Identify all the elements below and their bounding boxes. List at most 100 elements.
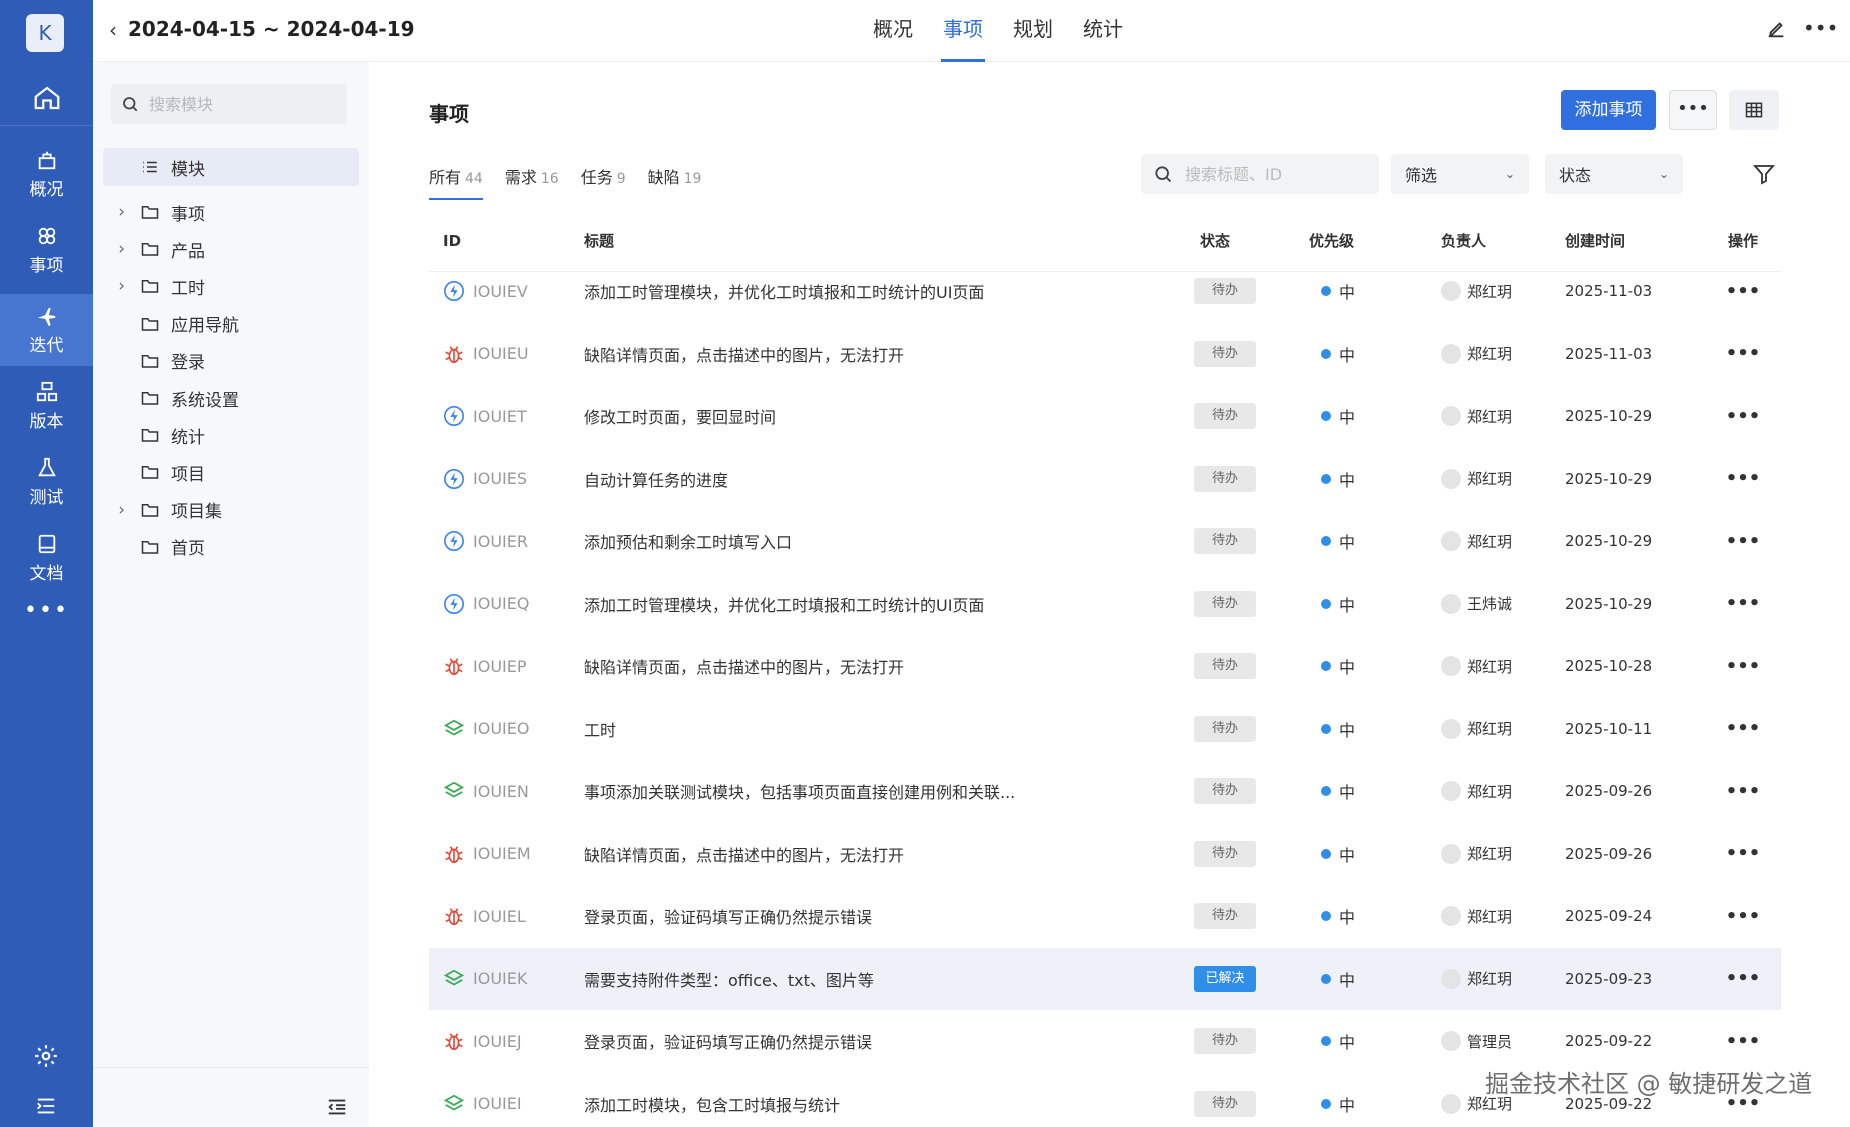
issue-title[interactable]: 缺陷详情页面，点击描述中的图片，无法打开 [584, 654, 1194, 678]
priority-cell[interactable]: 中 [1309, 1029, 1437, 1053]
tab-planning[interactable]: 规划 [1011, 0, 1055, 62]
issue-id[interactable]: IOUIEK [473, 969, 527, 988]
module-tree-item[interactable]: › 项目集 [93, 492, 369, 528]
status-badge[interactable]: 待办 [1194, 1028, 1256, 1055]
status-badge[interactable]: 待办 [1194, 840, 1256, 867]
table-row[interactable]: IOUIEN 事项添加关联测试模块，包括事项页面直接创建用例和关联... 待办 中 郑红… [429, 760, 1781, 823]
owner-cell[interactable]: 郑红玥 [1437, 468, 1565, 489]
priority-cell[interactable]: 中 [1309, 342, 1437, 366]
owner-cell[interactable]: 郑红玥 [1437, 843, 1565, 864]
issue-title[interactable]: 事项添加关联测试模块，包括事项页面直接创建用例和关联... [584, 779, 1194, 803]
status-badge[interactable]: 待办 [1194, 340, 1256, 367]
row-more-button[interactable]: ••• [1705, 281, 1781, 302]
module-search-input[interactable] [149, 94, 329, 114]
priority-cell[interactable]: 中 [1309, 779, 1437, 803]
table-row[interactable]: IOUIEO 工时 待办 中 郑红玥 2025-10-11 ••• [429, 698, 1781, 761]
status-select[interactable]: 状态 ⌄ [1545, 154, 1683, 194]
row-more-button[interactable]: ••• [1705, 718, 1781, 739]
priority-cell[interactable]: 中 [1309, 529, 1437, 553]
status-badge[interactable]: 待办 [1194, 1090, 1256, 1117]
issue-search-input[interactable] [1185, 164, 1375, 184]
tab-statistics[interactable]: 统计 [1081, 0, 1125, 62]
chevron-right-icon[interactable]: › [93, 202, 133, 222]
workspace-logo[interactable]: K [26, 14, 64, 52]
module-tree-item[interactable]: ›首页 [93, 529, 369, 565]
issue-id[interactable]: IOUIEI [473, 1094, 522, 1113]
module-tree-item[interactable]: ›系统设置 [93, 380, 369, 416]
issue-id[interactable]: IOUIEP [473, 657, 527, 676]
issue-id[interactable]: IOUIEM [473, 844, 531, 863]
table-row[interactable]: IOUIEV 添加工时管理模块，并优化工时填报和工时统计的UI页面 待办 中 郑红玥 20… [429, 260, 1781, 323]
owner-cell[interactable]: 管理员 [1437, 1031, 1565, 1052]
edit-pencil-icon[interactable] [1765, 18, 1787, 40]
module-tree-root[interactable]: 模块 [103, 148, 359, 186]
row-more-button[interactable]: ••• [1705, 906, 1781, 927]
issue-id[interactable]: IOUIEU [473, 344, 529, 363]
tab-overview[interactable]: 概况 [871, 0, 915, 62]
more-actions-button[interactable]: ••• [1669, 90, 1717, 130]
subtab-task[interactable]: 任务 9 [581, 162, 626, 200]
module-tree-item[interactable]: › 工时 [93, 268, 369, 304]
gear-icon[interactable] [33, 1043, 59, 1069]
owner-cell[interactable]: 郑红玥 [1437, 781, 1565, 802]
row-more-button[interactable]: ••• [1705, 406, 1781, 427]
more-options-button[interactable]: ••• [1803, 16, 1838, 40]
table-row[interactable]: IOUIEL 登录页面，验证码填写正确仍然提示错误 待办 中 郑红玥 2025-09-24… [429, 885, 1781, 948]
module-tree-item[interactable]: › 事项 [93, 194, 369, 230]
status-badge[interactable]: 待办 [1194, 715, 1256, 742]
collapse-panel-icon[interactable] [326, 1096, 348, 1118]
issue-id[interactable]: IOUIES [473, 469, 527, 488]
status-badge[interactable]: 待办 [1194, 653, 1256, 680]
chevron-right-icon[interactable]: › [93, 500, 133, 520]
module-tree-item[interactable]: ›登录 [93, 343, 369, 379]
issue-title[interactable]: 工时 [584, 717, 1194, 741]
status-badge[interactable]: 待办 [1194, 778, 1256, 805]
owner-cell[interactable]: 郑红玥 [1437, 906, 1565, 927]
issue-title[interactable]: 添加预估和剩余工时填写入口 [584, 529, 1194, 553]
priority-cell[interactable]: 中 [1309, 592, 1437, 616]
issue-title[interactable]: 修改工时页面，要回显时间 [584, 404, 1194, 428]
rail-nav-doc[interactable]: 文档 [0, 522, 93, 594]
status-badge[interactable]: 待办 [1194, 403, 1256, 430]
priority-cell[interactable]: 中 [1309, 279, 1437, 303]
priority-cell[interactable]: 中 [1309, 967, 1437, 991]
priority-cell[interactable]: 中 [1309, 1092, 1437, 1116]
row-more-button[interactable]: ••• [1705, 531, 1781, 552]
table-row[interactable]: IOUIEM 缺陷详情页面，点击描述中的图片，无法打开 待办 中 郑红玥 2025-09-… [429, 823, 1781, 886]
status-badge[interactable]: 待办 [1194, 528, 1256, 555]
funnel-filter-icon[interactable] [1752, 162, 1776, 186]
filter-select[interactable]: 筛选 ⌄ [1391, 154, 1529, 194]
owner-cell[interactable]: 郑红玥 [1437, 968, 1565, 989]
owner-cell[interactable]: 郑红玥 [1437, 531, 1565, 552]
chevron-right-icon[interactable]: › [93, 276, 133, 296]
table-row[interactable]: IOUIER 添加预估和剩余工时填写入口 待办 中 郑红玥 2025-10-29 ••• [429, 510, 1781, 573]
row-more-button[interactable]: ••• [1705, 656, 1781, 677]
rail-nav-test[interactable]: 测试 [0, 446, 93, 518]
issue-title[interactable]: 缺陷详情页面，点击描述中的图片，无法打开 [584, 342, 1194, 366]
owner-cell[interactable]: 郑红玥 [1437, 656, 1565, 677]
priority-cell[interactable]: 中 [1309, 904, 1437, 928]
issue-id[interactable]: IOUIET [473, 407, 527, 426]
home-button[interactable] [0, 70, 93, 126]
tab-issues[interactable]: 事项 [941, 0, 985, 62]
owner-cell[interactable]: 郑红玥 [1437, 281, 1565, 302]
owner-cell[interactable]: 王炜诚 [1437, 593, 1565, 614]
module-tree-item[interactable]: ›项目 [93, 454, 369, 490]
issue-id[interactable]: IOUIEJ [473, 1032, 522, 1051]
status-badge[interactable]: 待办 [1194, 278, 1256, 305]
module-tree-item[interactable]: › 产品 [93, 231, 369, 267]
issue-title[interactable]: 添加工时模块，包含工时填报与统计 [584, 1092, 1194, 1116]
issue-id[interactable]: IOUIER [473, 532, 528, 551]
issue-id[interactable]: IOUIEO [473, 719, 529, 738]
status-badge[interactable]: 待办 [1194, 465, 1256, 492]
issue-id[interactable]: IOUIEV [473, 282, 528, 301]
subtab-requirement[interactable]: 需求 16 [505, 162, 559, 200]
table-row[interactable]: IOUIES 自动计算任务的进度 待办 中 郑红玥 2025-10-29 ••• [429, 448, 1781, 511]
issue-title[interactable]: 自动计算任务的进度 [584, 467, 1194, 491]
row-more-button[interactable]: ••• [1705, 1031, 1781, 1052]
module-tree-item[interactable]: ›应用导航 [93, 306, 369, 342]
row-more-button[interactable]: ••• [1705, 781, 1781, 802]
row-more-button[interactable]: ••• [1705, 343, 1781, 364]
add-issue-button[interactable]: 添加事项 [1561, 90, 1656, 130]
issue-title[interactable]: 需要支持附件类型：office、txt、图片等 [584, 967, 1194, 991]
